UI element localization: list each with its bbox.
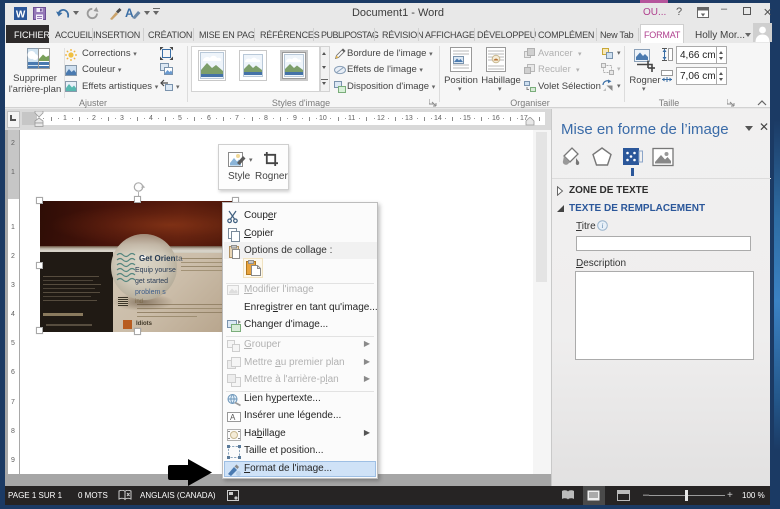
svg-text:W: W — [16, 10, 26, 21]
svg-text:i: i — [602, 222, 604, 230]
svg-text:A: A — [230, 413, 236, 422]
